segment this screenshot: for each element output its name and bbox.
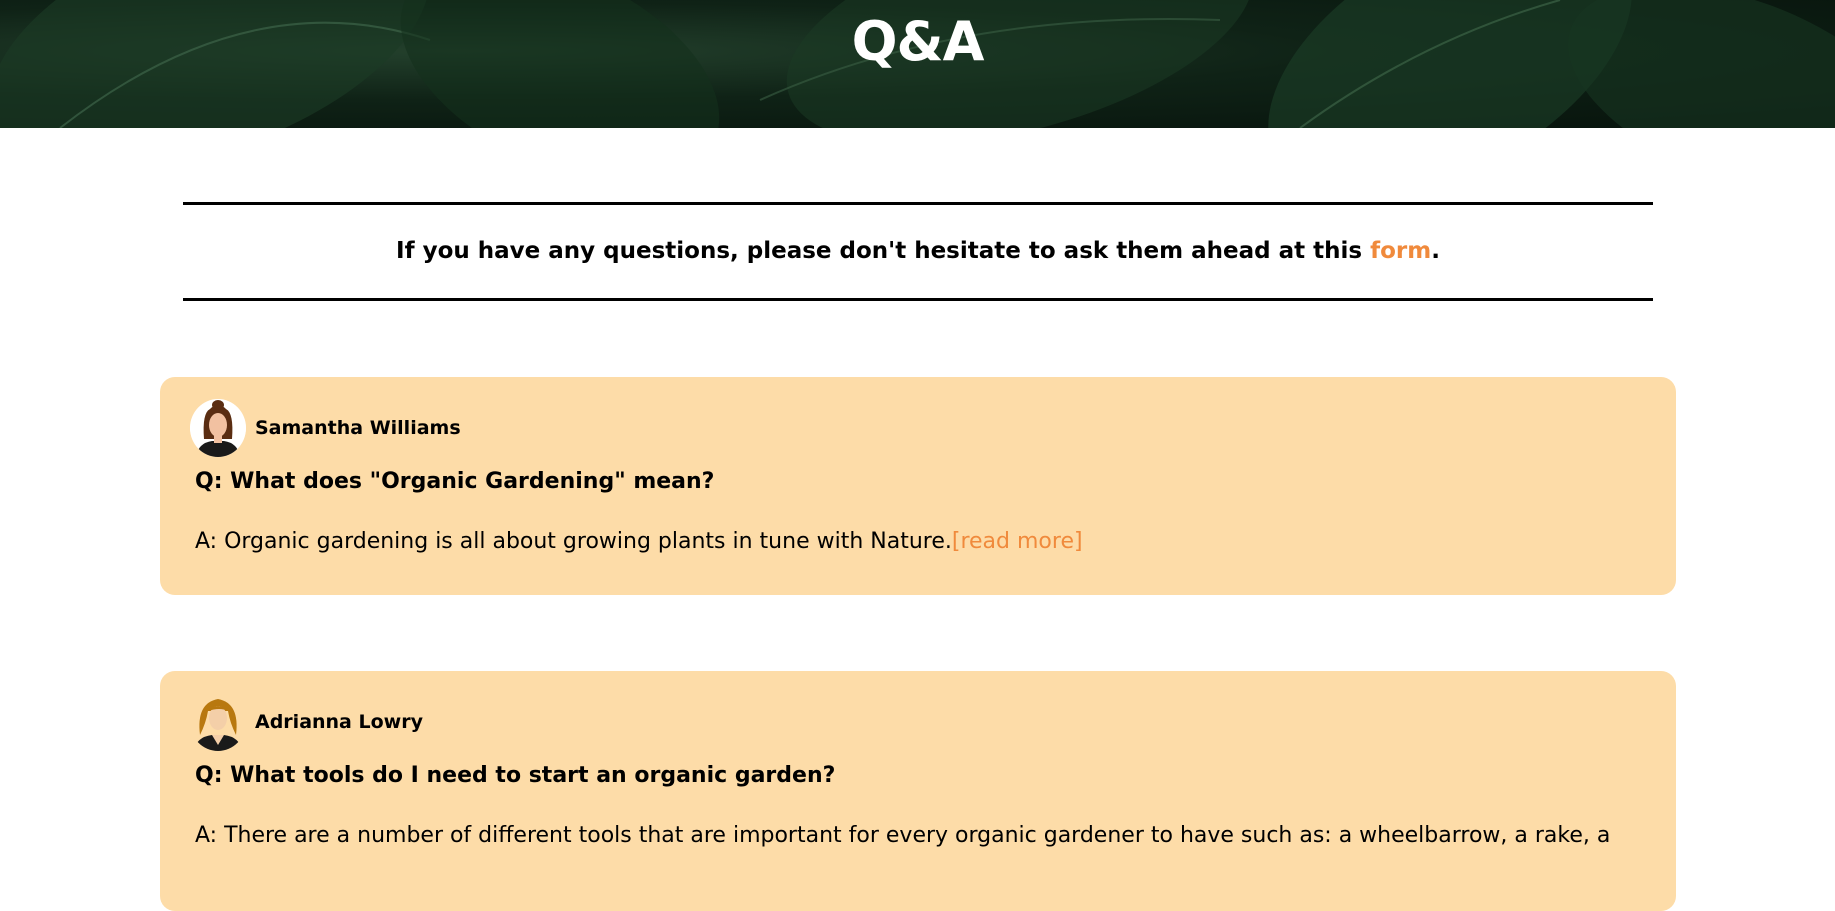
questions-notice: If you have any questions, please don't … xyxy=(183,202,1653,301)
qa-author: Samantha Williams xyxy=(190,399,461,457)
qa-card: Samantha Williams Q: What does "Organic … xyxy=(160,377,1676,595)
notice-text: If you have any questions, please don't … xyxy=(396,238,1371,264)
woman-avatar-icon xyxy=(190,399,246,457)
notice-period: . xyxy=(1431,238,1440,264)
question-text: Q: What tools do I need to start an orga… xyxy=(195,763,836,788)
answer-text: A: There are a number of different tools… xyxy=(195,823,1611,848)
form-link[interactable]: form xyxy=(1370,238,1431,264)
woman-blonde-avatar-icon xyxy=(190,693,246,751)
hero-banner: Q&A xyxy=(0,0,1835,128)
read-more-link[interactable]: [read more] xyxy=(952,529,1083,554)
author-name: Adrianna Lowry xyxy=(255,711,423,733)
answer-text: A: Organic gardening is all about growin… xyxy=(195,527,1645,557)
answer-body: A: Organic gardening is all about growin… xyxy=(195,529,952,554)
qa-author: Adrianna Lowry xyxy=(190,693,423,751)
page-title: Q&A xyxy=(851,10,985,73)
author-name: Samantha Williams xyxy=(255,417,461,439)
question-text: Q: What does "Organic Gardening" mean? xyxy=(195,469,715,494)
qa-card: Adrianna Lowry Q: What tools do I need t… xyxy=(160,671,1676,911)
